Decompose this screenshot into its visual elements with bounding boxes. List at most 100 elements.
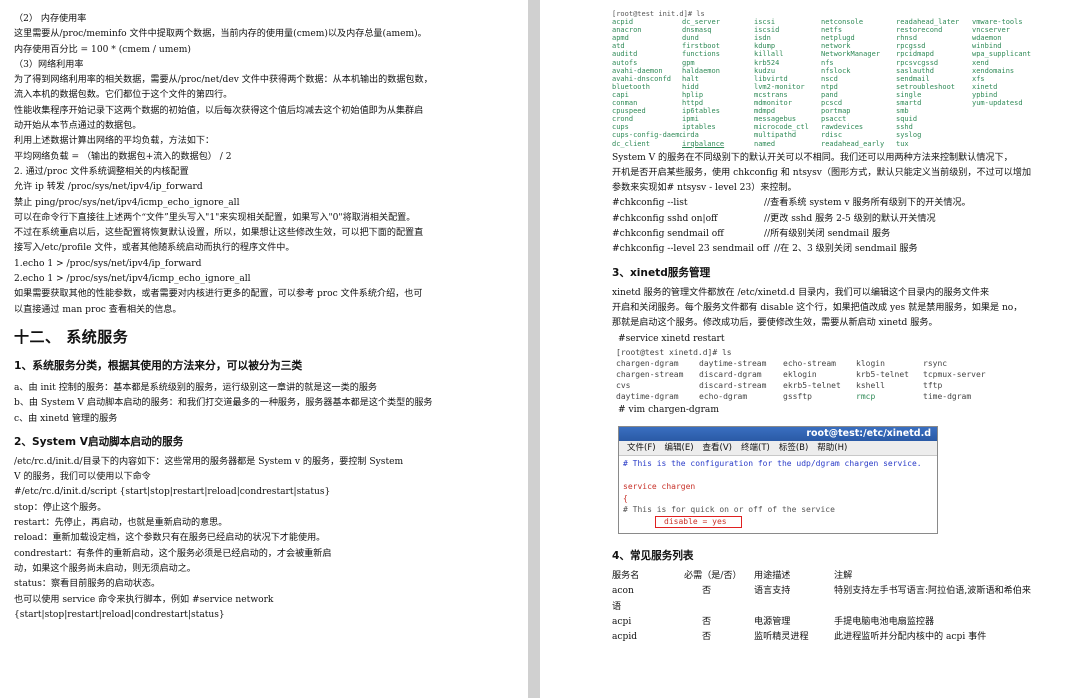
- text-line: 内存使用百分比 = 100 * (cmem / umem): [14, 44, 191, 55]
- page-gap: [528, 0, 540, 698]
- listing-entry: nfs: [821, 58, 834, 67]
- table-cell: acpid: [612, 632, 638, 643]
- text-line: （2） 内存使用率: [14, 14, 87, 24]
- text-line: 性能收集程序开始记录下这两个数据的初始值，以后每次获得这个值后均减去这个初始值即…: [14, 105, 424, 116]
- listing-entry: cups: [612, 123, 629, 132]
- listing-entry: named: [754, 139, 776, 148]
- left-page: （2） 内存使用率这里需要从/proc/meminfo 文件中提取两个数据，当前…: [0, 0, 528, 698]
- text-line: 禁止 ping/proc/sys/net/ipv4/icmp_echo_igno…: [14, 197, 240, 208]
- listing-entry: smb: [896, 107, 909, 116]
- column-header: 用途描述: [754, 571, 791, 582]
- listing-entry: auditd: [612, 50, 638, 59]
- listing-entry: mdmpd: [754, 107, 776, 116]
- text-line: /etc/rc.d/init.d/目录下的内容如下：这些常用的服务器都是 Sys…: [14, 456, 404, 467]
- menu-item-4[interactable]: 标签(B): [779, 441, 808, 455]
- menu-item-0[interactable]: 文件(F): [627, 441, 656, 455]
- brace-line: {: [623, 493, 628, 503]
- restart-command: #service xinetd restart: [618, 333, 725, 344]
- command-row: #chkconfig --list //查看系统 system v 服务所有级别下…: [612, 196, 1070, 211]
- text-line: 开启和关闭服务。每个服务文件都有 disable 这个行，如果把值改成 yes …: [612, 302, 1023, 313]
- listing-entry: echo-dgram: [699, 391, 748, 401]
- command-text: #chkconfig sendmail off: [612, 229, 724, 240]
- listing-entry: capi: [612, 90, 629, 99]
- table-cell: 否: [702, 617, 712, 628]
- listing-entry: vncserver: [972, 26, 1010, 35]
- listing-entry: rpcgssd: [896, 42, 926, 51]
- chkconfig-intro: System V 的服务在不同级别下的默认开关可以不相同。我们还可以用两种方法来…: [612, 151, 1070, 197]
- text-line: b、由 System V 启动脚本启动的服务：和我们打交道最多的一种服务，服务器…: [14, 398, 433, 409]
- listing-entry: httpd: [682, 99, 704, 108]
- listing-entry: functions: [682, 50, 720, 59]
- command-row: #chkconfig --level 23 sendmail off //在 2、…: [612, 242, 1070, 257]
- table-cell: 否: [702, 586, 712, 597]
- listing-entry: vmware-tools: [972, 18, 1023, 27]
- listing-entry: messagebus: [754, 115, 797, 124]
- table-cell: acpi: [612, 617, 632, 628]
- listing-entry: tux: [896, 139, 909, 148]
- listing-entry: ip6tables: [682, 107, 720, 116]
- listing-entry: iptables: [682, 123, 716, 132]
- menu-item-5[interactable]: 帮助(H): [817, 441, 847, 455]
- table-cell: 特别支持左手书写语言:阿拉伯语,波斯语和希伯来: [834, 586, 1031, 597]
- text-line: 参数来实现如# ntsysv - level 23）来控制。: [612, 183, 797, 194]
- listing-entry: netfs: [821, 26, 843, 35]
- listing-entry: klogin: [856, 358, 885, 368]
- vim-command: # vim chargen-dgram: [618, 404, 719, 415]
- listing-entry: yum-updatesd: [972, 99, 1023, 108]
- section-heading: 十二、 系统服务: [14, 327, 129, 346]
- listing-entry: dnsmasq: [682, 26, 712, 35]
- text-line: 1.echo 1 > /proc/sys/net/ipv4/ip_forward: [14, 258, 202, 269]
- listing-entry: ekrb5-telnet: [783, 380, 841, 390]
- listing-entry: portmap: [821, 107, 851, 116]
- listing-entry: ntpd: [821, 82, 838, 91]
- listing-entry: dund: [682, 34, 699, 43]
- listing-entry: kdump: [754, 42, 776, 51]
- listing-entry: mcstrans: [754, 90, 788, 99]
- menu-item-3[interactable]: 终端(T): [741, 441, 770, 455]
- listing-entry: multipathd: [754, 131, 797, 140]
- listing-entry: cups-config-daemon: [612, 131, 682, 140]
- listing-entry: microcode_ctl: [754, 123, 809, 132]
- listing-entry: squid: [896, 115, 918, 124]
- listing-entry: readahead_early: [821, 139, 885, 148]
- window-title: root@test:/etc/xinetd.d: [619, 427, 937, 442]
- listing-entry: iscsi: [754, 18, 776, 27]
- listing-entry: rpcsvcgssd: [896, 58, 939, 67]
- listing-entry: nscd: [821, 74, 838, 83]
- text-line: 2. 通过/proc 文件系统调整相关的内核配置: [14, 166, 189, 177]
- listing-entry: libvirtd: [754, 74, 788, 83]
- listing-entry: atd: [612, 42, 625, 51]
- listing-entry: xinetd: [972, 82, 998, 91]
- terminal-window: root@test:/etc/xinetd.d 文件(F) 编辑(E) 查看(V) 终…: [618, 426, 938, 535]
- listing-entry: netplugd: [821, 34, 855, 43]
- xinetd-heading: 3、xinetd服务管理: [612, 266, 711, 279]
- table-row: acon 否 语言支持 特别支持左手书写语言:阿拉伯语,波斯语和希伯来: [612, 584, 1070, 599]
- text-line: V 的服务，我们可以使用以下命令: [14, 472, 151, 483]
- text-line: stop：停止这个服务。: [14, 502, 107, 513]
- xinetd-d-listing: [root@test xinetd.d]# ls chargen-dgram da…: [616, 347, 1070, 402]
- listing-entry: dc_client: [612, 139, 650, 148]
- listing-entry: kudzu: [754, 66, 776, 75]
- listing-entry: sendmail: [896, 74, 930, 83]
- common-services-heading: 4、常见服务列表: [612, 550, 694, 563]
- listing-entry: xendomains: [972, 66, 1015, 75]
- service-file-grid: acpid dc_server iscsi netconsole readahead_l…: [612, 18, 1070, 148]
- table-cell: 电源管理: [754, 617, 791, 628]
- table-row: acpi 否 电源管理 手提电脑电池电扇监控器: [612, 615, 1070, 630]
- command-text: #chkconfig sshd on|off: [612, 213, 718, 224]
- text-line: 这里需要从/proc/meminfo 文件中提取两个数据，当前内存的使用量(cm…: [14, 29, 427, 40]
- menu-item-2[interactable]: 查看(V): [703, 441, 732, 455]
- terminal-prompt: [root@test init.d]# ls: [612, 10, 705, 18]
- editor-content: # This is the configuration for the udp/…: [619, 456, 937, 534]
- right-page: [root@test init.d]# ls acpid dc_server isc…: [540, 0, 1080, 698]
- listing-entry: iscsid: [754, 26, 780, 35]
- listing-entry: restorecond: [896, 26, 943, 35]
- text-line: status：察看目前服务的启动状态。: [14, 579, 161, 590]
- table-cell: 语言支持: [754, 586, 791, 597]
- listing-entry: discard-stream: [699, 380, 767, 390]
- text-line: 2.echo 1 > /proc/sys/net/ipv4/icmp_echo_…: [14, 274, 251, 285]
- menu-item-1[interactable]: 编辑(E): [665, 441, 694, 455]
- listing-entry: rsync: [923, 358, 948, 368]
- text-line: #/etc/rc.d/init.d/script {start|stop|res…: [14, 487, 331, 498]
- listing-entry: rhnsd: [896, 34, 918, 43]
